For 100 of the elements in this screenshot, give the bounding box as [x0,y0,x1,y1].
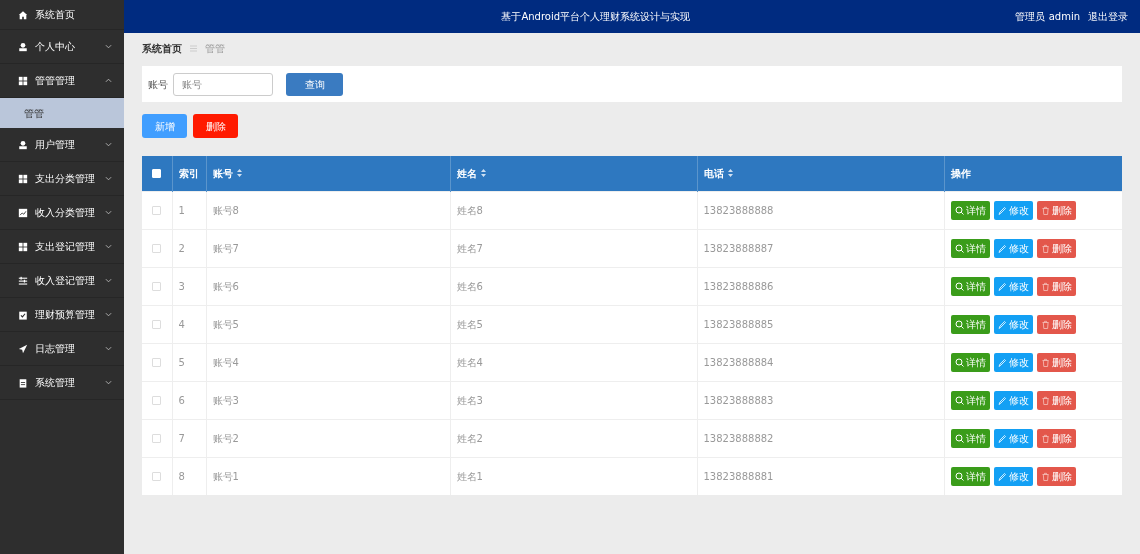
sidebar-item[interactable]: 个人中心 [0,30,124,64]
delete-row-button[interactable]: 删除 [1036,200,1076,220]
table-cell: 姓名2 [450,419,697,457]
delete-button[interactable]: 删除 [193,114,238,138]
checkbox[interactable] [152,320,162,329]
edit-button[interactable]: 修改 [993,352,1033,372]
search-icon [954,319,964,329]
table-cell: 6 [172,381,206,419]
user-icon [18,41,28,52]
chart-icon [18,207,28,218]
delete-row-button[interactable]: 删除 [1036,390,1076,410]
table-cell: 账号2 [206,419,450,457]
trash-icon [1040,395,1050,405]
sidebar-item[interactable]: 收入分类管理 [0,196,124,230]
search-icon [954,433,964,443]
delete-row-button[interactable]: 删除 [1036,314,1076,334]
sidebar-item[interactable]: 用户管理 [0,128,124,162]
delete-row-button[interactable]: 删除 [1036,428,1076,448]
sidebar-item[interactable]: 支出分类管理 [0,162,124,196]
trash-icon [1040,205,1050,215]
table-cell: 7 [172,419,206,457]
checkbox[interactable] [152,396,162,405]
detail-button[interactable]: 详情 [950,314,990,334]
trash-icon [1040,433,1050,443]
pencil-icon [997,319,1007,329]
pencil-icon [997,471,1007,481]
search-button[interactable]: 查询 [286,72,343,96]
delete-row-button[interactable]: 删除 [1036,352,1076,372]
column-header: 姓名 [456,166,477,181]
pencil-icon [997,433,1007,443]
paper-plane-icon [18,343,28,354]
sidebar-item[interactable]: 理财预算管理 [0,298,124,332]
search-icon [954,243,964,253]
detail-button[interactable]: 详情 [950,276,990,296]
detail-button[interactable]: 详情 [950,428,990,448]
edit-button[interactable]: 修改 [993,466,1033,486]
delete-row-button[interactable]: 删除 [1036,466,1076,486]
table-cell: 姓名8 [450,191,697,229]
sidebar-item[interactable]: 收入登记管理 [0,264,124,298]
sort-icon[interactable] [727,169,733,178]
trash-icon [1040,357,1050,367]
detail-button[interactable]: 详情 [950,200,990,220]
edit-button[interactable]: 修改 [993,200,1033,220]
column-header: 电话 [703,166,724,181]
checkbox[interactable] [152,434,162,443]
checkbox[interactable] [152,358,162,367]
column-header: 操作 [950,166,971,181]
table-cell: 13823888887 [697,229,944,267]
detail-button[interactable]: 详情 [950,238,990,258]
edit-button[interactable]: 修改 [993,428,1033,448]
column-header: 账号 [212,166,233,181]
table-cell: 账号1 [206,457,450,495]
field-label: 账号 [148,77,168,92]
grid-icon [18,75,28,86]
logout-link[interactable]: 退出登录 [1088,9,1128,24]
sort-icon[interactable] [480,169,486,178]
search-icon [954,395,964,405]
detail-button[interactable]: 详情 [950,466,990,486]
sidebar-item[interactable]: 系统管理 [0,366,124,400]
checkbox[interactable] [152,472,162,482]
table-cell: 8 [172,457,206,495]
breadcrumb-item[interactable]: 系统首页 [142,40,182,56]
checkbox[interactable] [152,282,162,291]
edit-button[interactable]: 修改 [993,390,1033,410]
delete-row-button[interactable]: 删除 [1036,276,1076,296]
pencil-icon [997,281,1007,291]
edit-button[interactable]: 修改 [993,276,1033,296]
sort-icon[interactable] [236,169,242,178]
table-cell: 账号5 [206,305,450,343]
table-cell: 姓名4 [450,343,697,381]
user-icon [18,139,28,150]
table-cell: 5 [172,343,206,381]
grid-icon [18,173,28,184]
delete-row-button[interactable]: 删除 [1036,238,1076,258]
table-cell: 13823888884 [697,343,944,381]
sidebar-item[interactable]: 支出登记管理 [0,230,124,264]
table-cell: 2 [172,229,206,267]
table-cell: 13823888888 [697,191,944,229]
trash-icon [1040,471,1050,481]
table-cell: 账号3 [206,381,450,419]
sliders-icon [18,275,28,286]
column-header: 索引 [178,166,199,181]
checkbox[interactable] [152,206,162,215]
table-cell: 姓名1 [450,457,697,495]
edit-button[interactable]: 修改 [993,238,1033,258]
search-icon [954,281,964,291]
detail-button[interactable]: 详情 [950,390,990,410]
add-button[interactable]: 新增 [142,114,187,138]
account-search-field[interactable]: 账号 [173,72,273,96]
checkbox[interactable] [152,244,162,253]
table-cell: 账号7 [206,229,450,267]
detail-button[interactable]: 详情 [950,352,990,372]
table-cell: 13823888882 [697,419,944,457]
sidebar-item[interactable]: 日志管理 [0,332,124,366]
search-icon [954,471,964,481]
clipboard-icon [18,377,28,388]
submenu-item[interactable]: 管管 [0,98,124,128]
table-cell: 13823888883 [697,381,944,419]
table-cell: 账号8 [206,191,450,229]
edit-button[interactable]: 修改 [993,314,1033,334]
